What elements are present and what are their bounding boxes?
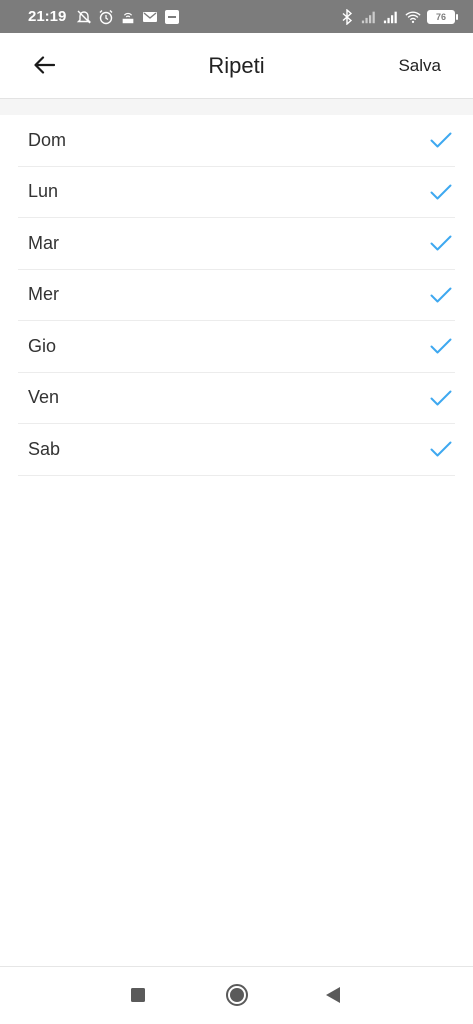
check-icon [429,437,453,461]
mail-icon [142,9,158,25]
check-icon [429,128,453,152]
arrow-left-icon [33,55,56,79]
status-notification-icons [76,9,180,25]
signal-icon [383,9,399,25]
nav-back-button[interactable] [319,983,347,1011]
save-button[interactable]: Salva [398,33,441,99]
day-row-dom[interactable]: Dom [18,115,455,167]
bluetooth-icon [339,8,355,25]
day-row-sab[interactable]: Sab [18,424,455,476]
check-icon [429,180,453,204]
back-button[interactable] [24,47,64,87]
circle-icon [225,983,249,1012]
recents-button[interactable] [124,983,152,1011]
wifi-icon [405,9,421,25]
bell-off-icon [76,9,92,25]
system-nav-bar [0,966,473,1024]
day-label: Lun [28,181,59,202]
hotspot-icon [120,9,136,25]
check-icon [429,386,453,410]
section-divider [0,99,473,115]
day-row-lun[interactable]: Lun [18,167,455,218]
home-button[interactable] [223,983,251,1011]
day-label: Gio [28,335,57,356]
triangle-back-icon [325,986,341,1009]
app-bar: Ripeti Salva [0,33,473,99]
check-icon [429,334,453,358]
status-time: 21:19 [28,8,67,25]
signal-icon [361,9,377,25]
day-row-ven[interactable]: Ven [18,373,455,424]
check-icon [429,283,453,307]
day-list: Dom Lun Mar Mer Gio Ven Sab [18,115,455,476]
app-notification-icon [164,9,180,25]
status-bar: 21:19 76 [0,0,473,33]
day-label: Dom [28,129,67,150]
status-system-icons: 76 [339,8,458,25]
day-row-mar[interactable]: Mar [18,218,455,270]
day-label: Mar [28,232,59,253]
day-label: Sab [28,438,61,459]
check-icon [429,231,453,255]
day-row-gio[interactable]: Gio [18,321,455,373]
day-label: Mer [28,284,59,305]
square-icon [130,987,146,1008]
alarm-icon [98,9,114,25]
battery-icon: 76 [427,9,458,24]
day-row-mer[interactable]: Mer [18,270,455,321]
day-label: Ven [28,387,60,408]
